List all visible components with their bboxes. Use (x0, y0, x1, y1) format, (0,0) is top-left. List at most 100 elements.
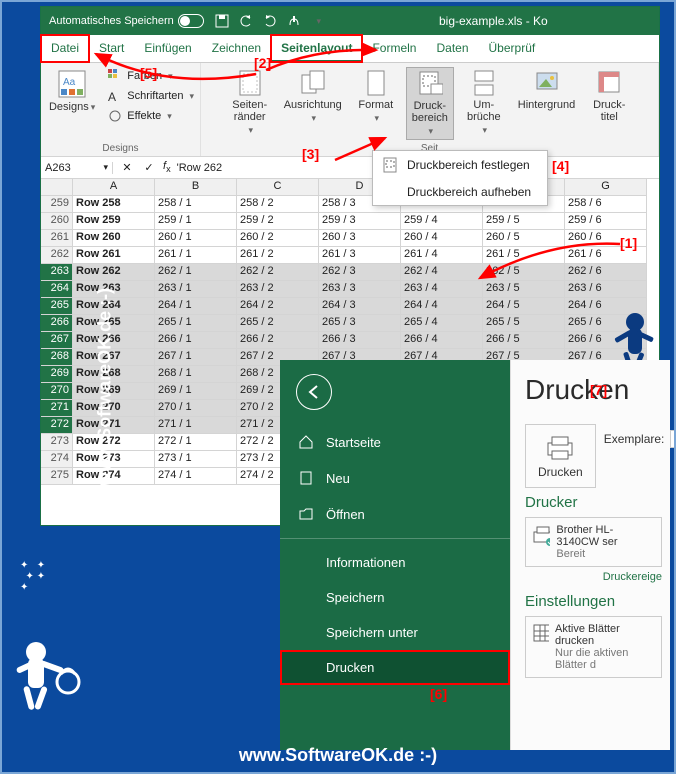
print-button[interactable]: Drucken (525, 424, 596, 488)
cell-E265[interactable]: 264 / 4 (401, 298, 483, 315)
cell-C266[interactable]: 265 / 2 (237, 315, 319, 332)
cell-D263[interactable]: 262 / 3 (319, 264, 401, 281)
cell-E262[interactable]: 261 / 4 (401, 247, 483, 264)
row-header-260[interactable]: 260 (41, 213, 73, 230)
autosave-toggle-group[interactable]: Automatisches Speichern (49, 14, 204, 28)
bs-speichern[interactable]: Speichern (280, 580, 510, 615)
tab-formeln[interactable]: Formeln (362, 35, 426, 62)
ausrichtung-button[interactable]: Ausrichtung (280, 67, 346, 126)
cell-A260[interactable]: Row 259 (73, 213, 155, 230)
druckbereich-festlegen-item[interactable]: Druckbereich festlegen (373, 151, 547, 179)
druckbereich-aufheben-item[interactable]: Druckbereich aufheben (373, 179, 547, 205)
cell-B260[interactable]: 259 / 1 (155, 213, 237, 230)
cell-B264[interactable]: 263 / 1 (155, 281, 237, 298)
cell-A261[interactable]: Row 260 (73, 230, 155, 247)
row-header-265[interactable]: 265 (41, 298, 73, 315)
cell-B270[interactable]: 269 / 1 (155, 383, 237, 400)
row-header-263[interactable]: 263 (41, 264, 73, 281)
row-header-271[interactable]: 271 (41, 400, 73, 417)
cell-E266[interactable]: 265 / 4 (401, 315, 483, 332)
druckbereich-button[interactable]: Druck- bereich (406, 67, 454, 140)
cell-B266[interactable]: 265 / 1 (155, 315, 237, 332)
cell-D266[interactable]: 265 / 3 (319, 315, 401, 332)
farben-button[interactable]: Farben (105, 67, 196, 85)
select-all-corner[interactable] (41, 179, 73, 196)
row-header-269[interactable]: 269 (41, 366, 73, 383)
drucktitel-button[interactable]: Druck- titel (585, 67, 633, 125)
cell-F264[interactable]: 263 / 5 (483, 281, 565, 298)
row-header-274[interactable]: 274 (41, 451, 73, 468)
bs-speichern-unter[interactable]: Speichern unter (280, 615, 510, 650)
cell-C261[interactable]: 260 / 2 (237, 230, 319, 247)
row-header-270[interactable]: 270 (41, 383, 73, 400)
cell-B263[interactable]: 262 / 1 (155, 264, 237, 281)
cell-C264[interactable]: 263 / 2 (237, 281, 319, 298)
tab-daten[interactable]: Daten (426, 35, 478, 62)
cell-B267[interactable]: 266 / 1 (155, 332, 237, 349)
tab-zeichnen[interactable]: Zeichnen (202, 35, 271, 62)
cell-B272[interactable]: 271 / 1 (155, 417, 237, 434)
bs-informationen[interactable]: Informationen (280, 545, 510, 580)
seitenraender-button[interactable]: Seiten- ränder (226, 67, 274, 138)
column-header-C[interactable]: C (237, 179, 319, 196)
bs-oeffnen[interactable]: Öffnen (280, 496, 510, 532)
cell-C262[interactable]: 261 / 2 (237, 247, 319, 264)
cell-C267[interactable]: 266 / 2 (237, 332, 319, 349)
cell-D267[interactable]: 266 / 3 (319, 332, 401, 349)
cell-E264[interactable]: 263 / 4 (401, 281, 483, 298)
cell-D260[interactable]: 259 / 3 (319, 213, 401, 230)
cell-G263[interactable]: 262 / 6 (565, 264, 647, 281)
cell-F266[interactable]: 265 / 5 (483, 315, 565, 332)
enter-icon[interactable]: ✓ (141, 160, 157, 176)
formula-text[interactable]: 'Row 262 (177, 162, 223, 174)
tab-seitenlayout[interactable]: Seitenlayout (271, 35, 362, 62)
effekte-button[interactable]: Effekte (105, 107, 196, 125)
row-header-272[interactable]: 272 (41, 417, 73, 434)
cell-E267[interactable]: 266 / 4 (401, 332, 483, 349)
cell-G261[interactable]: 260 / 6 (565, 230, 647, 247)
fx-icon[interactable]: fx (163, 160, 171, 174)
save-icon[interactable] (214, 13, 230, 29)
cell-C265[interactable]: 264 / 2 (237, 298, 319, 315)
cell-D265[interactable]: 264 / 3 (319, 298, 401, 315)
undo-icon[interactable] (238, 13, 254, 29)
cell-A263[interactable]: Row 262 (73, 264, 155, 281)
designs-button[interactable]: Aa Designs (45, 67, 99, 115)
cell-E263[interactable]: 262 / 4 (401, 264, 483, 281)
tab-ueberpruefen[interactable]: Überprüf (479, 35, 546, 62)
column-header-G[interactable]: G (565, 179, 647, 196)
cell-F263[interactable]: 262 / 5 (483, 264, 565, 281)
cell-A262[interactable]: Row 261 (73, 247, 155, 264)
cell-F262[interactable]: 261 / 5 (483, 247, 565, 264)
cell-F261[interactable]: 260 / 5 (483, 230, 565, 247)
row-header-268[interactable]: 268 (41, 349, 73, 366)
printer-select[interactable]: Brother HL-3140CW ser Bereit (525, 517, 662, 567)
cell-D262[interactable]: 261 / 3 (319, 247, 401, 264)
cell-B262[interactable]: 261 / 1 (155, 247, 237, 264)
row-header-273[interactable]: 273 (41, 434, 73, 451)
tab-datei[interactable]: Datei (41, 35, 89, 62)
format-button[interactable]: Format (352, 67, 400, 126)
row-header-267[interactable]: 267 (41, 332, 73, 349)
row-header-266[interactable]: 266 (41, 315, 73, 332)
cell-B273[interactable]: 272 / 1 (155, 434, 237, 451)
redo-icon[interactable] (262, 13, 278, 29)
schriftarten-button[interactable]: A Schriftarten (105, 87, 196, 105)
cell-G262[interactable]: 261 / 6 (565, 247, 647, 264)
bs-drucken[interactable]: Drucken (280, 650, 510, 685)
cell-F267[interactable]: 266 / 5 (483, 332, 565, 349)
cell-A259[interactable]: Row 258 (73, 196, 155, 213)
cell-B268[interactable]: 267 / 1 (155, 349, 237, 366)
cell-E260[interactable]: 259 / 4 (401, 213, 483, 230)
tab-start[interactable]: Start (89, 35, 134, 62)
name-box[interactable]: A263▾ (41, 162, 113, 174)
cell-C263[interactable]: 262 / 2 (237, 264, 319, 281)
cell-D264[interactable]: 263 / 3 (319, 281, 401, 298)
cell-G259[interactable]: 258 / 6 (565, 196, 647, 213)
column-header-B[interactable]: B (155, 179, 237, 196)
row-header-262[interactable]: 262 (41, 247, 73, 264)
cell-F260[interactable]: 259 / 5 (483, 213, 565, 230)
cell-D261[interactable]: 260 / 3 (319, 230, 401, 247)
row-header-275[interactable]: 275 (41, 468, 73, 485)
cancel-icon[interactable]: ✕ (119, 160, 135, 176)
